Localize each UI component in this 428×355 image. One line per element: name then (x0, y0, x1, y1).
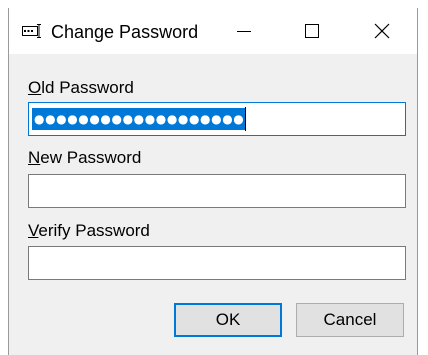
maximize-button[interactable] (289, 8, 335, 54)
old-password-label: Old Password (28, 78, 134, 98)
cancel-button[interactable]: Cancel (296, 303, 404, 337)
new-password-mnemonic: N (28, 148, 41, 167)
minimize-button[interactable] (221, 8, 267, 54)
close-icon (374, 23, 390, 39)
ok-button[interactable]: OK (174, 303, 282, 337)
close-button[interactable] (359, 8, 405, 54)
change-password-dialog: Change Password Old Password ●●●●●●●●●●●… (8, 8, 418, 355)
old-password-mnemonic: O (28, 78, 42, 97)
title-bar[interactable]: Change Password (9, 8, 417, 54)
new-password-label: New Password (28, 148, 141, 168)
old-password-selected-text: ●●●●●●●●●●●●●●●●●●● (32, 108, 246, 130)
new-password-field[interactable] (28, 174, 406, 208)
new-password-label-text: ew Password (40, 148, 142, 167)
password-field-icon (22, 24, 41, 38)
minimize-icon (237, 31, 251, 32)
verify-password-mnemonic: V (28, 221, 39, 240)
old-password-label-text: ld Password (41, 78, 134, 97)
verify-password-field[interactable] (28, 246, 406, 280)
window-title: Change Password (51, 22, 199, 42)
maximize-icon (305, 24, 319, 38)
text-caret (245, 107, 246, 131)
verify-password-label: Verify Password (28, 221, 150, 241)
old-password-field[interactable]: ●●●●●●●●●●●●●●●●●●● (28, 102, 406, 136)
verify-password-label-text: erify Password (38, 221, 150, 240)
